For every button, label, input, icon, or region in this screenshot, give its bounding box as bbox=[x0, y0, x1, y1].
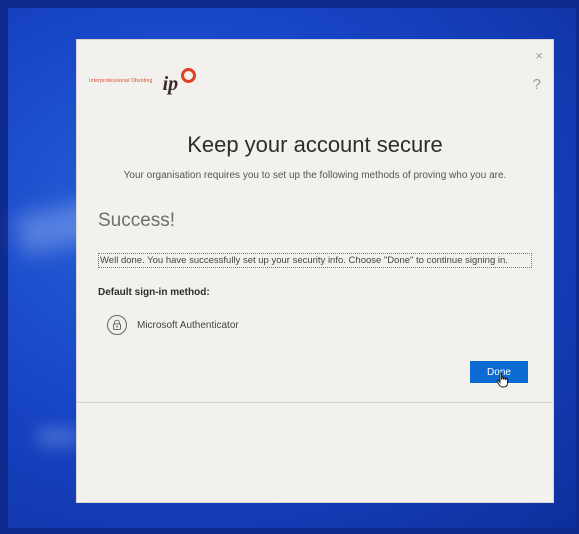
screen-glare bbox=[38, 428, 78, 446]
success-message: Well done. You have successfully set up … bbox=[98, 253, 532, 268]
authenticator-lock-icon bbox=[107, 315, 127, 335]
logo-wordmark: Interprofessional Obvoting bbox=[89, 78, 153, 84]
logo-ip-mark: ip bbox=[159, 68, 196, 95]
organisation-logo: Interprofessional Obvoting ip bbox=[89, 68, 196, 95]
status-heading: Success! bbox=[98, 210, 176, 231]
logo-ring-icon bbox=[180, 68, 196, 83]
sign-in-method-item: Microsoft Authenticator bbox=[107, 315, 239, 335]
method-label: Microsoft Authenticator bbox=[137, 319, 239, 331]
close-icon[interactable]: × bbox=[535, 48, 543, 63]
footer-divider bbox=[77, 402, 553, 403]
security-setup-dialog: × ? Interprofessional Obvoting ip Keep y… bbox=[77, 40, 553, 502]
logo-ip-text: ip bbox=[162, 73, 179, 95]
default-method-label: Default sign-in method: bbox=[98, 287, 210, 298]
hand-cursor-icon bbox=[496, 372, 510, 393]
page-title: Keep your account secure bbox=[187, 132, 443, 157]
help-icon[interactable]: ? bbox=[533, 76, 541, 93]
page-subtitle: Your organisation requires you to set up… bbox=[123, 170, 507, 181]
